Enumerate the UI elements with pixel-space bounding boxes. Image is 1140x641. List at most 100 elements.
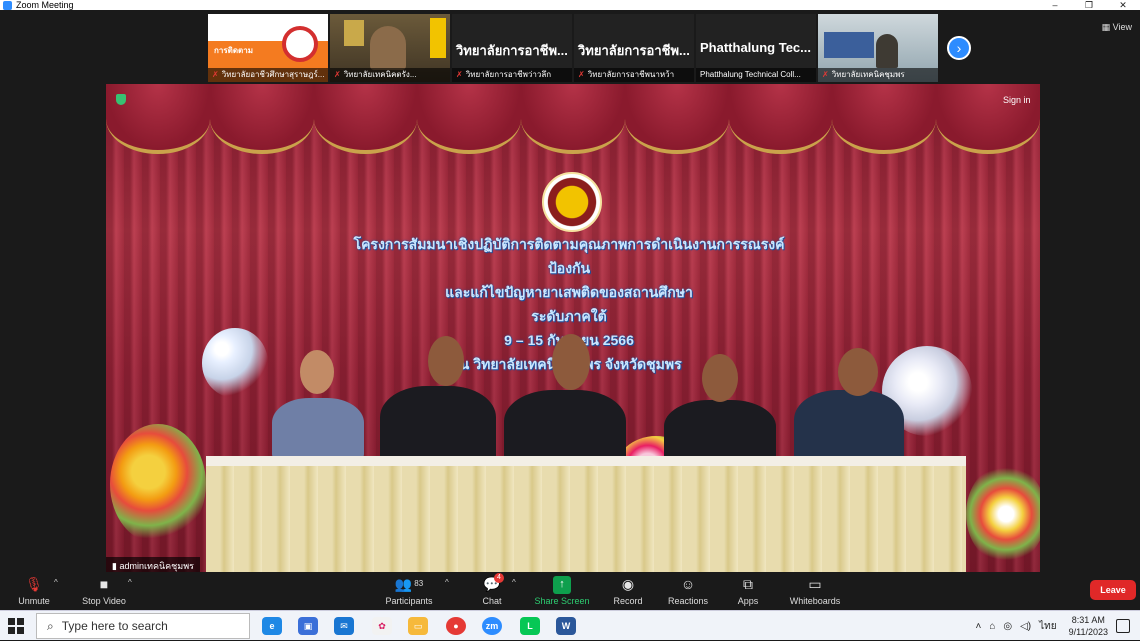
record-label: Record — [613, 596, 643, 606]
participants-options-caret[interactable]: ^ — [445, 578, 449, 587]
panelist-head — [428, 336, 464, 386]
word-icon[interactable]: W — [556, 617, 576, 635]
panelist — [794, 390, 904, 464]
panelist-head — [702, 354, 738, 402]
participant-name-text: วิทยาลัยเทคนิคตรัง... — [343, 70, 417, 79]
record-button[interactable]: ◉ Record — [608, 572, 648, 610]
poster-text: การติดตาม — [214, 46, 253, 55]
participant-thumb[interactable]: วิทยาลัยการอาชีพ... ✗ วิทยาลัยการอาชีพว่า… — [452, 14, 572, 82]
reactions-button[interactable]: ☺ Reactions — [664, 572, 712, 610]
no-drugs-icon — [282, 26, 318, 62]
paint-icon[interactable]: ✿ — [372, 617, 392, 635]
taskbar-clock[interactable]: 8:31 AM 9/11/2023 — [1069, 614, 1108, 638]
panelist-head — [300, 350, 334, 394]
chat-unread-badge: 4 — [494, 573, 504, 583]
participants-label: Participants — [385, 596, 433, 606]
minimize-button[interactable]: – — [1038, 0, 1072, 10]
apps-label: Apps — [737, 596, 759, 606]
banner-line: โครงการสัมมนาเชิงปฏิบัติการติดตามคุณภาพก… — [353, 236, 785, 276]
participant-thumb[interactable]: ✗ วิทยาลัยเทคนิคชุมพร — [818, 14, 938, 82]
whiteboard — [824, 32, 874, 58]
reactions-icon: ☺ — [680, 576, 696, 592]
participant-name: ✗ วิทยาลัยเทคนิคตรัง... — [330, 68, 450, 82]
next-page-button[interactable]: › — [947, 36, 971, 60]
grid-icon: ▦ — [1101, 22, 1113, 32]
show-hidden-icons-chevron-icon[interactable]: ˄ — [975, 621, 981, 632]
participant-name: ✗ วิทยาลัยการอาชีพนาหว้า — [574, 68, 694, 82]
taskbar-search-input[interactable]: ⌕ Type here to search — [36, 613, 250, 639]
view-button[interactable]: ▦ View — [1102, 22, 1132, 33]
banner-line: และแก้ไขปัญหายาเสพติดของสถานศึกษา — [445, 284, 693, 300]
panelist-head — [838, 348, 878, 396]
participant-name-text: Phatthalung Technical Coll... — [700, 70, 801, 79]
mail-icon[interactable]: ✉ — [334, 617, 354, 635]
flower-arrangement — [966, 464, 1040, 564]
store-icon[interactable]: ▣ — [298, 617, 318, 635]
stop-video-button[interactable]: ■ Stop Video — [78, 572, 130, 610]
participant-thumb[interactable]: วิทยาลัยการอาชีพ... ✗ วิทยาลัยการอาชีพนาห… — [574, 14, 694, 82]
globe-icon[interactable]: ◎ — [1003, 621, 1012, 632]
mic-muted-icon: ✗ — [822, 70, 829, 79]
video-options-caret[interactable]: ^ — [128, 578, 132, 587]
chrome-icon[interactable]: ● — [446, 617, 466, 635]
notification-center-icon[interactable] — [1116, 619, 1130, 633]
reactions-label: Reactions — [667, 596, 709, 606]
unmute-button[interactable]: 🎙 Unmute — [10, 572, 58, 610]
window-title: Zoom Meeting — [16, 0, 74, 10]
valance-swag — [624, 84, 729, 154]
banner-line: ระดับภาคใต้ — [531, 308, 607, 324]
volume-icon[interactable]: ◁) — [1020, 621, 1031, 632]
search-placeholder: Type here to search — [61, 619, 168, 633]
edge-icon[interactable]: e — [262, 617, 282, 635]
share-screen-button[interactable]: ↑ Share Screen — [532, 572, 592, 610]
zoom-app-icon[interactable]: zm — [482, 617, 502, 635]
window-titlebar: Zoom Meeting – ❐ ✕ — [0, 0, 1140, 10]
chevron-right-icon: › — [956, 40, 962, 56]
participant-name-text: วิทยาลัยอาชีวศึกษาสุราษฎร์... — [221, 70, 325, 79]
mic-muted-icon: ✗ — [578, 70, 585, 79]
whiteboards-button[interactable]: ▭ Whiteboards — [786, 572, 844, 610]
participant-video — [370, 26, 406, 70]
participant-name: Phatthalung Technical Coll... — [696, 68, 816, 82]
participants-button[interactable]: 👥 83 Participants — [382, 572, 436, 610]
flag — [430, 18, 446, 58]
participant-name-text: วิทยาลัยการอาชีพนาหว้า — [587, 70, 675, 79]
apps-button[interactable]: ⧉ Apps — [732, 572, 764, 610]
search-icon: ⌕ — [47, 618, 54, 633]
portrait-frame — [344, 20, 364, 46]
sign-in-link[interactable]: Sign in — [1003, 95, 1031, 105]
audio-options-caret[interactable]: ^ — [54, 578, 58, 587]
leave-button[interactable]: Leave — [1090, 580, 1136, 600]
maximize-button[interactable]: ❐ — [1072, 0, 1106, 10]
network-icon[interactable]: ⌂ — [989, 621, 995, 632]
valance-swag — [209, 84, 314, 154]
chat-button[interactable]: 💬 4 Chat — [476, 572, 508, 610]
file-explorer-icon[interactable]: ▭ — [408, 617, 428, 635]
mic-muted-icon: ✗ — [212, 70, 219, 79]
line-app-icon[interactable]: L — [520, 617, 540, 635]
encryption-shield-icon[interactable] — [116, 94, 126, 105]
close-button[interactable]: ✕ — [1106, 0, 1140, 10]
valance-swag — [832, 84, 937, 154]
participant-thumb[interactable]: ✗ วิทยาลัยเทคนิคตรัง... — [330, 14, 450, 82]
share-screen-icon: ↑ — [553, 576, 571, 594]
participant-name-text: วิทยาลัยเทคนิคชุมพร — [831, 70, 905, 79]
participant-thumb[interactable]: Phatthalung Tec... Phatthalung Technical… — [696, 14, 816, 82]
windows-start-icon[interactable] — [8, 618, 24, 634]
panelist-head — [552, 334, 590, 390]
video-camera-icon: ■ — [99, 576, 109, 592]
mic-muted-icon: ✗ — [456, 70, 463, 79]
language-indicator[interactable]: ไทย — [1039, 619, 1056, 634]
mic-muted-icon: ✗ — [334, 70, 341, 79]
meeting-toolbar: 🎙 Unmute ^ ■ Stop Video ^ 👥 83 Participan… — [0, 572, 1140, 610]
flower-arrangement — [110, 424, 206, 544]
college-seal-icon — [542, 172, 602, 232]
window-controls: – ❐ ✕ — [1038, 0, 1140, 10]
participant-thumb[interactable]: การติดตาม ✗ วิทยาลัยอาชีวศึกษาสุราษฎร์... — [208, 14, 328, 82]
active-speaker-video[interactable]: โครงการสัมมนาเชิงปฏิบัติการติดตามคุณภาพก… — [106, 84, 1040, 572]
participant-name-text: วิทยาลัยการอาชีพว่าวลึก — [465, 70, 552, 79]
chat-options-caret[interactable]: ^ — [512, 578, 516, 587]
system-tray: ˄ ⌂ ◎ ◁) ไทย 8:31 AM 9/11/2023 — [971, 611, 1140, 641]
curtain-valance — [106, 84, 1040, 164]
apps-icon: ⧉ — [743, 576, 753, 592]
